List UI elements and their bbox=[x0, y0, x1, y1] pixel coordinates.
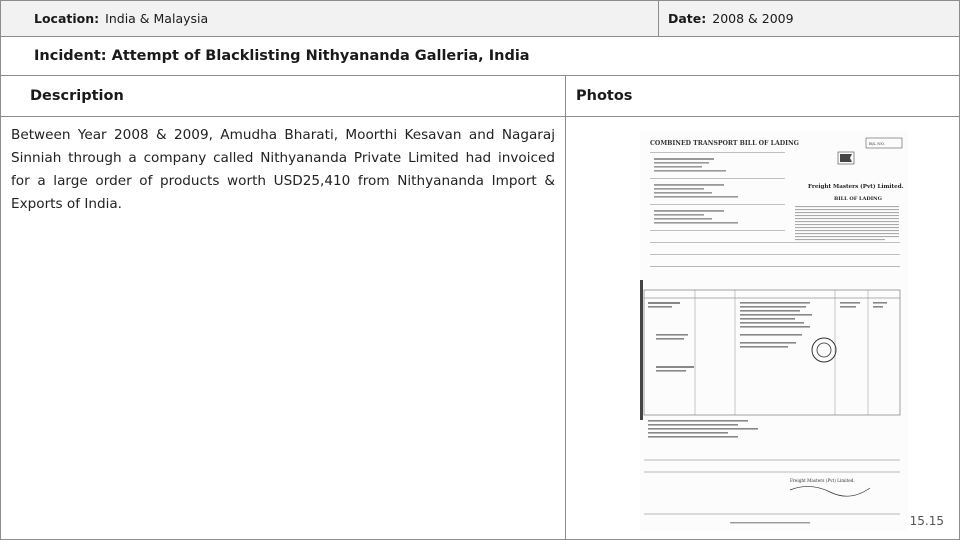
bill-of-lading-photo: COMBINED TRANSPORT BILL OF LADING B/L NO… bbox=[640, 130, 908, 530]
date-value: 2008 & 2009 bbox=[712, 11, 794, 26]
doc-subheading: BILL OF LADING bbox=[834, 196, 882, 202]
location-label: Location: bbox=[34, 11, 100, 26]
incident-title-text: Incident: Attempt of Blacklisting Nithya… bbox=[34, 48, 530, 64]
date-header: Date: 2008 & 2009 bbox=[658, 0, 960, 37]
description-cell: Between Year 2008 & 2009, Amudha Bharati… bbox=[0, 116, 566, 540]
bill-of-lading-scan: COMBINED TRANSPORT BILL OF LADING B/L NO… bbox=[640, 130, 908, 530]
doc-heading: COMBINED TRANSPORT BILL OF LADING bbox=[650, 140, 799, 147]
location-value: India & Malaysia bbox=[105, 11, 209, 26]
date-label: Date: bbox=[668, 11, 707, 26]
page-number: 15.15 bbox=[909, 514, 944, 528]
doc-footer-company: Freight Masters (Pvt) Limited. bbox=[790, 478, 855, 483]
incident-title: Incident: Attempt of Blacklisting Nithya… bbox=[0, 36, 960, 76]
description-column-header: Description bbox=[0, 75, 566, 117]
doc-bl-no: B/L NO. bbox=[869, 141, 885, 146]
photos-column-header: Photos bbox=[565, 75, 960, 117]
photos-header-text: Photos bbox=[576, 88, 633, 104]
doc-company: Freight Masters (Pvt) Limited. bbox=[808, 183, 904, 190]
description-text: Between Year 2008 & 2009, Amudha Bharati… bbox=[11, 127, 555, 212]
location-header: Location: India & Malaysia bbox=[0, 0, 659, 37]
description-header-text: Description bbox=[30, 88, 124, 104]
